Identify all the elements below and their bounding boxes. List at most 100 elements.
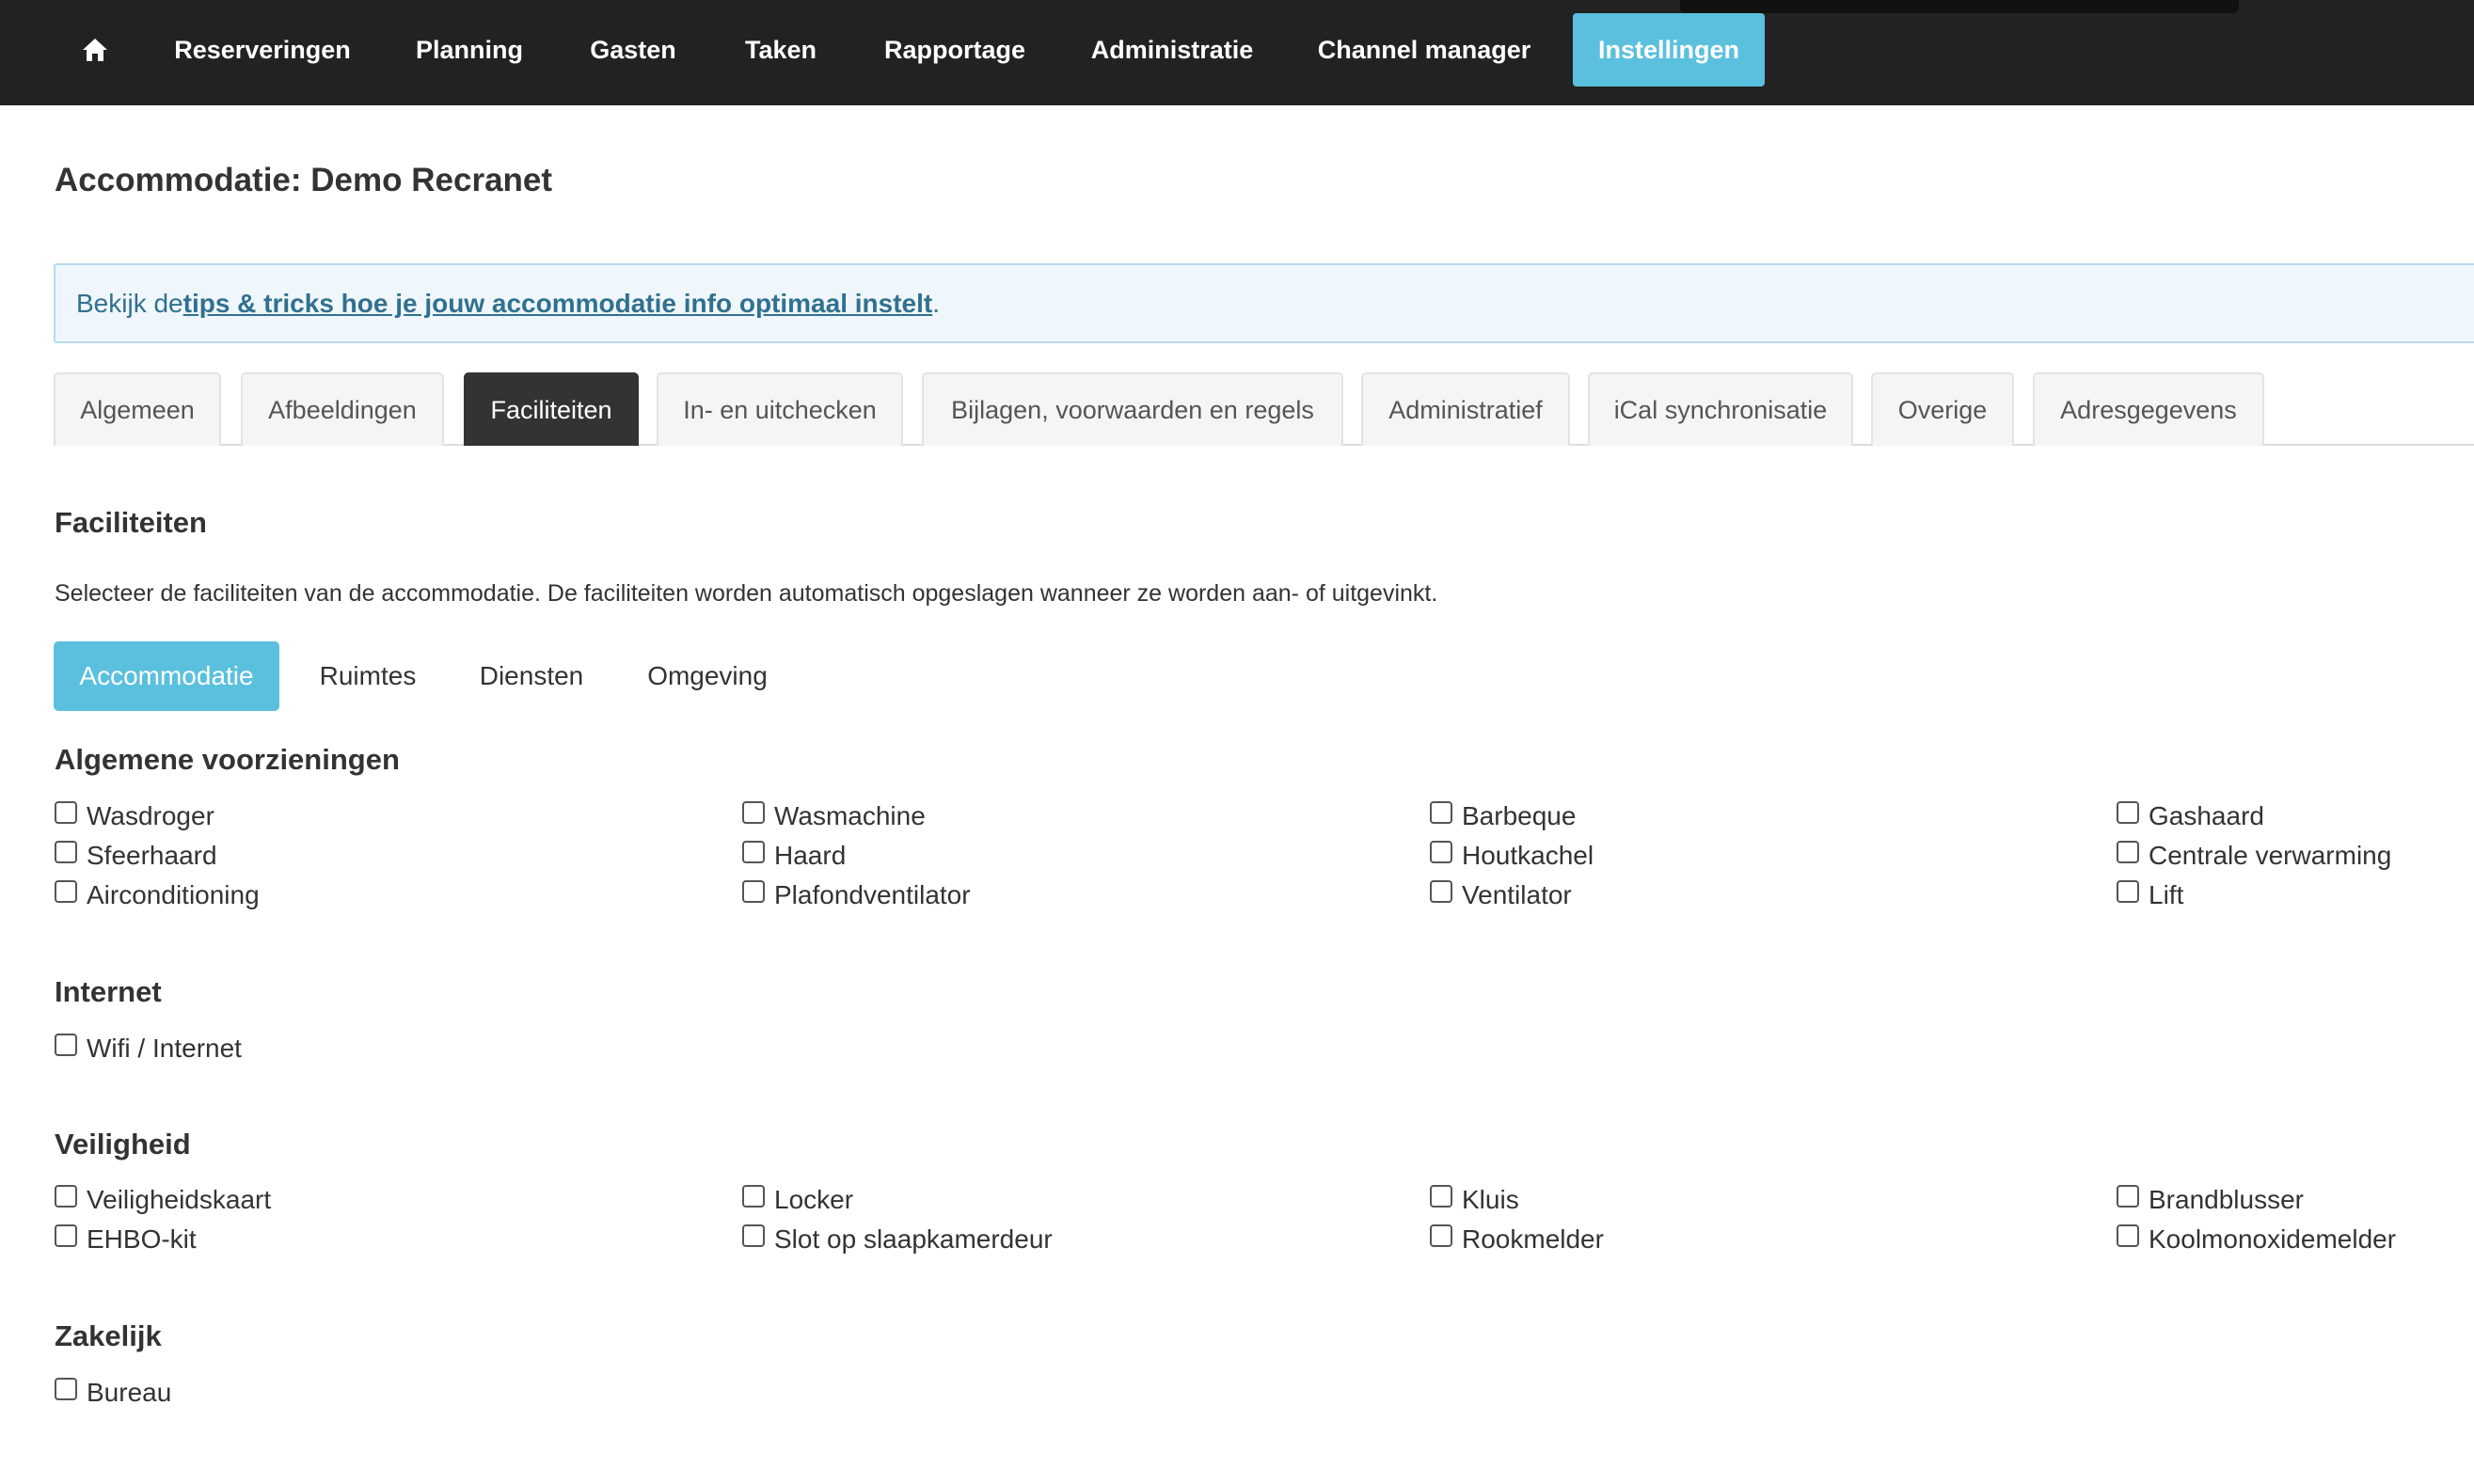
checkbox-label[interactable]: Ventilator <box>1462 880 1572 910</box>
facility-slot-op-slaapkamerdeur: Slot op slaapkamerdeur <box>742 1221 1053 1258</box>
checkbox-label[interactable]: Plafondventilator <box>774 880 971 910</box>
checkbox[interactable] <box>55 880 77 903</box>
checkbox[interactable] <box>742 1224 765 1247</box>
subtab-accommodatie[interactable]: Accommodatie <box>54 641 279 711</box>
facility-veiligheidskaart: Veiligheidskaart <box>55 1181 271 1219</box>
nav-reserveringen[interactable]: Reserveringen <box>160 13 365 87</box>
checkbox-label[interactable]: Wasmachine <box>774 801 926 831</box>
checkbox[interactable] <box>742 880 765 903</box>
facilities-description: Selecteer de faciliteiten van de accommo… <box>55 580 1438 607</box>
checkbox-label[interactable]: Bureau <box>87 1378 171 1408</box>
facility-lift: Lift <box>2117 876 2183 914</box>
checkbox[interactable] <box>2117 880 2139 903</box>
facility-centrale-verwarming: Centrale verwarming <box>2117 837 2391 875</box>
tab-adresgegevens[interactable]: Adresgegevens <box>2033 372 2264 446</box>
tab-bijlagen-voorwaarden-regels[interactable]: Bijlagen, voorwaarden en regels <box>922 372 1343 446</box>
checkbox[interactable] <box>1430 841 1452 863</box>
checkbox-label[interactable]: Centrale verwarming <box>2149 841 2391 871</box>
tab-faciliteiten[interactable]: Faciliteiten <box>464 372 639 446</box>
nav-channel-manager[interactable]: Channel manager <box>1304 13 1545 87</box>
dropdown-shadow <box>1680 0 2239 13</box>
subtab-diensten[interactable]: Diensten <box>457 641 606 711</box>
checkbox[interactable] <box>2117 1224 2139 1247</box>
checkbox-label[interactable]: Wasdroger <box>87 801 214 831</box>
checkbox-label[interactable]: Sfeerhaard <box>87 841 217 871</box>
checkbox-label[interactable]: Brandblusser <box>2149 1185 2304 1215</box>
group-heading-algemene-voorzieningen: Algemene voorzieningen <box>55 743 400 776</box>
checkbox-label[interactable]: Houtkachel <box>1462 841 1594 871</box>
facility-plafondventilator: Plafondventilator <box>742 876 971 914</box>
checkbox[interactable] <box>55 1034 77 1056</box>
facility-ventilator: Ventilator <box>1430 876 1572 914</box>
tab-administratief[interactable]: Administratief <box>1361 372 1570 446</box>
checkbox-label[interactable]: Slot op slaapkamerdeur <box>774 1224 1053 1255</box>
facility-bureau: Bureau <box>55 1374 171 1412</box>
checkbox[interactable] <box>1430 1224 1452 1247</box>
tab-ical-synchronisatie[interactable]: iCal synchronisatie <box>1588 372 1853 446</box>
group-heading-internet: Internet <box>55 975 162 1008</box>
checkbox[interactable] <box>742 1185 765 1208</box>
facility-wifi-internet: Wifi / Internet <box>55 1030 242 1067</box>
checkbox-label[interactable]: Lift <box>2149 880 2183 910</box>
facility-ehbo-kit: EHBO-kit <box>55 1221 197 1258</box>
facility-brandblusser: Brandblusser <box>2117 1181 2304 1219</box>
checkbox[interactable] <box>55 1224 77 1247</box>
checkbox[interactable] <box>1430 880 1452 903</box>
checkbox[interactable] <box>2117 801 2139 824</box>
facility-houtkachel: Houtkachel <box>1430 837 1594 875</box>
checkbox-label[interactable]: Gashaard <box>2149 801 2264 831</box>
home-icon[interactable] <box>70 13 120 87</box>
nav-gasten[interactable]: Gasten <box>576 13 690 87</box>
info-alert: Bekijk de tips & tricks hoe je jouw accom… <box>54 263 2474 343</box>
group-heading-veiligheid: Veiligheid <box>55 1128 191 1160</box>
checkbox-label[interactable]: Wifi / Internet <box>87 1034 242 1064</box>
facilities-heading: Faciliteiten <box>55 506 207 539</box>
checkbox-label[interactable]: Haard <box>774 841 846 871</box>
facility-haard: Haard <box>742 837 846 875</box>
nav-instellingen[interactable]: Instellingen <box>1573 13 1765 87</box>
facility-locker: Locker <box>742 1181 853 1219</box>
facility-koolmonoxidemelder: Koolmonoxidemelder <box>2117 1221 2396 1258</box>
home-icon-glyph <box>83 39 107 61</box>
checkbox-label[interactable]: Veiligheidskaart <box>87 1185 271 1215</box>
page-title: Accommodatie: Demo Recranet <box>55 162 553 198</box>
checkbox[interactable] <box>55 1378 77 1400</box>
nav-rapportage[interactable]: Rapportage <box>867 13 1042 87</box>
checkbox-label[interactable]: EHBO-kit <box>87 1224 197 1255</box>
facility-gashaard: Gashaard <box>2117 797 2264 835</box>
nav-taken[interactable]: Taken <box>730 13 832 87</box>
facility-rookmelder: Rookmelder <box>1430 1221 1604 1258</box>
facility-barbeque: Barbeque <box>1430 797 1576 835</box>
checkbox[interactable] <box>742 801 765 824</box>
tab-afbeeldingen[interactable]: Afbeeldingen <box>241 372 444 446</box>
nav-planning[interactable]: Planning <box>403 13 536 87</box>
checkbox-label[interactable]: Kluis <box>1462 1185 1519 1215</box>
checkbox-label[interactable]: Barbeque <box>1462 801 1576 831</box>
checkbox[interactable] <box>1430 801 1452 824</box>
top-navigation-bar: Reserveringen Planning Gasten Taken Rapp… <box>0 0 2474 105</box>
tab-in-en-uitchecken[interactable]: In- en uitchecken <box>657 372 903 446</box>
checkbox[interactable] <box>55 801 77 824</box>
tab-algemeen[interactable]: Algemeen <box>54 372 221 446</box>
facility-kluis: Kluis <box>1430 1181 1519 1219</box>
checkbox[interactable] <box>55 841 77 863</box>
tips-tricks-link[interactable]: tips & tricks hoe je jouw accommodatie i… <box>183 289 933 319</box>
group-heading-zakelijk: Zakelijk <box>55 1319 162 1352</box>
tab-overige[interactable]: Overige <box>1871 372 2014 446</box>
checkbox[interactable] <box>1430 1185 1452 1208</box>
info-prefix: Bekijk de <box>76 288 183 318</box>
subtab-ruimtes[interactable]: Ruimtes <box>297 641 438 711</box>
checkbox-label[interactable]: Airconditioning <box>87 880 260 910</box>
nav-administratie[interactable]: Administratie <box>1082 13 1262 87</box>
checkbox-label[interactable]: Rookmelder <box>1462 1224 1604 1255</box>
checkbox-label[interactable]: Locker <box>774 1185 853 1215</box>
checkbox-label[interactable]: Koolmonoxidemelder <box>2149 1224 2396 1255</box>
info-suffix: . <box>932 288 940 318</box>
checkbox[interactable] <box>742 841 765 863</box>
checkbox[interactable] <box>2117 1185 2139 1208</box>
facility-sfeerhaard: Sfeerhaard <box>55 837 217 875</box>
facility-wasmachine: Wasmachine <box>742 797 926 835</box>
checkbox[interactable] <box>2117 841 2139 863</box>
checkbox[interactable] <box>55 1185 77 1208</box>
subtab-omgeving[interactable]: Omgeving <box>626 641 788 711</box>
